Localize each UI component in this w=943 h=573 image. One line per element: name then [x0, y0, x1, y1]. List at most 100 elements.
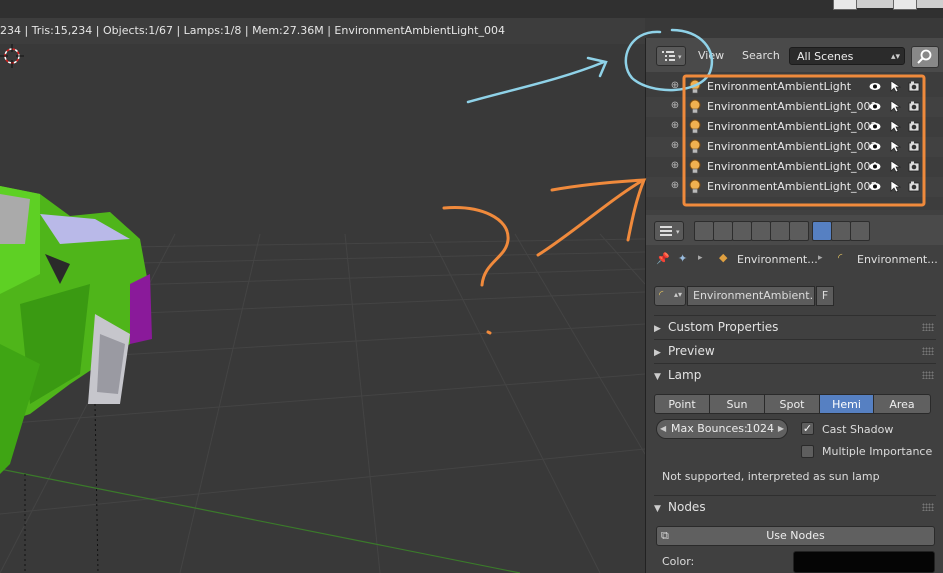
lamp-bulb-icon — [689, 79, 701, 94]
lamp-bulb-icon — [689, 119, 701, 134]
visibility-eye-icon[interactable] — [869, 120, 881, 133]
outliner-row[interactable]: ⊕ EnvironmentAmbientLight_005 — [646, 177, 943, 197]
visibility-eye-icon[interactable] — [869, 180, 881, 193]
viewport-scene — [0, 186, 645, 573]
tab-physics[interactable] — [850, 221, 870, 241]
increment-arrow-icon[interactable]: ▶ — [778, 420, 784, 438]
tab-render[interactable] — [694, 221, 714, 241]
drag-grip-icon[interactable] — [922, 323, 934, 331]
lamp-type-spot[interactable]: Spot — [764, 394, 820, 414]
multiple-importance-label: Multiple Importance — [822, 445, 933, 458]
tab-scene[interactable] — [732, 221, 752, 241]
3d-cursor-icon[interactable] — [0, 44, 24, 68]
selectability-cursor-icon[interactable] — [889, 120, 901, 133]
expand-plus-icon[interactable]: ⊕ — [670, 141, 680, 151]
panel-title: Lamp — [668, 368, 702, 382]
lamp-bulb-icon — [689, 139, 701, 154]
use-nodes-button[interactable]: ⧉ Use Nodes — [656, 526, 935, 546]
outliner-editor-icon: ▾ — [662, 51, 682, 61]
outliner-row[interactable]: ⊕ EnvironmentAmbientLight_004 — [646, 157, 943, 177]
cast-shadow-checkbox[interactable]: ✓ — [801, 422, 814, 435]
outliner-panel: ▾ View Search All Scenes ▴▾ ⊕ Environment… — [645, 38, 943, 210]
outliner-row[interactable]: ⊕ EnvironmentAmbientLight_001 — [646, 97, 943, 117]
window-title-area — [833, 0, 943, 10]
selectability-cursor-icon[interactable] — [889, 80, 901, 93]
expanded-triangle-icon: ▼ — [654, 504, 661, 514]
renderability-camera-icon[interactable] — [908, 180, 920, 193]
renderability-camera-icon[interactable] — [908, 140, 920, 153]
outliner-row-label[interactable]: EnvironmentAmbientLight — [707, 80, 851, 93]
display-mode-select[interactable]: All Scenes ▴▾ — [789, 47, 905, 65]
outliner-row-label[interactable]: EnvironmentAmbientLight_001 — [707, 100, 878, 113]
drag-grip-icon[interactable] — [922, 347, 934, 355]
window-maximize-button[interactable] — [893, 0, 917, 10]
expand-plus-icon[interactable]: ⊕ — [670, 121, 680, 131]
outliner-row[interactable]: ⊕ EnvironmentAmbientLight — [646, 77, 943, 97]
decrement-arrow-icon[interactable]: ◀ — [660, 420, 666, 438]
editor-type-button[interactable]: ▾ — [656, 46, 686, 66]
properties-editor-type-button[interactable]: ▾ — [654, 221, 684, 241]
expand-plus-icon[interactable]: ⊕ — [670, 161, 680, 171]
pin-icon[interactable]: 📌 — [656, 252, 670, 265]
collapsed-triangle-icon: ▶ — [654, 324, 661, 334]
visibility-eye-icon[interactable] — [869, 160, 881, 173]
outliner-row-label[interactable]: EnvironmentAmbientLight_003 — [707, 140, 878, 153]
tab-render-layers[interactable] — [713, 221, 733, 241]
car-model[interactable] — [0, 186, 152, 573]
renderability-camera-icon[interactable] — [908, 120, 920, 133]
expand-plus-icon[interactable]: ⊕ — [670, 101, 680, 111]
panel-title: Custom Properties — [668, 320, 779, 334]
lamp-color-swatch[interactable] — [793, 551, 935, 573]
selectability-cursor-icon[interactable] — [889, 180, 901, 193]
tab-world[interactable] — [751, 221, 771, 241]
selectability-cursor-icon[interactable] — [889, 160, 901, 173]
lamp-bulb-icon — [689, 159, 701, 174]
tab-lamp-data[interactable] — [812, 221, 832, 241]
visibility-eye-icon[interactable] — [869, 140, 881, 153]
breadcrumb-separator-icon: ▸ — [818, 253, 823, 263]
panel-custom-properties[interactable]: ▶ Custom Properties — [654, 315, 936, 338]
outliner-row-label[interactable]: EnvironmentAmbientLight_004 — [707, 160, 878, 173]
renderability-camera-icon[interactable] — [908, 160, 920, 173]
menu-search[interactable]: Search — [742, 49, 780, 62]
drag-grip-icon[interactable] — [922, 371, 934, 379]
renderability-camera-icon[interactable] — [908, 100, 920, 113]
selectability-cursor-icon[interactable] — [889, 140, 901, 153]
panel-lamp[interactable]: ▼ Lamp — [654, 363, 936, 386]
datablock-name: EnvironmentAmbient... — [693, 289, 815, 302]
panel-preview[interactable]: ▶ Preview — [654, 339, 936, 362]
renderability-camera-icon[interactable] — [908, 80, 920, 93]
tab-object[interactable] — [770, 221, 790, 241]
tab-texture[interactable] — [831, 221, 851, 241]
selectability-cursor-icon[interactable] — [889, 100, 901, 113]
panel-nodes[interactable]: ▼ Nodes — [654, 495, 936, 518]
lamp-type-area[interactable]: Area — [873, 394, 931, 414]
lamp-type-point[interactable]: Point — [654, 394, 710, 414]
search-icon — [917, 49, 932, 64]
outliner-row[interactable]: ⊕ EnvironmentAmbientLight_003 — [646, 137, 943, 157]
object-cube-icon: ◆ — [719, 251, 728, 264]
breadcrumb-object: Environment... — [737, 253, 818, 266]
expand-plus-icon[interactable]: ⊕ — [670, 181, 680, 191]
lamp-type-sun[interactable]: Sun — [709, 394, 765, 414]
visibility-eye-icon[interactable] — [869, 100, 881, 113]
window-minimize-button[interactable] — [833, 0, 857, 10]
tab-constraints[interactable] — [789, 221, 809, 241]
lamp-note: Not supported, interpreted as sun lamp — [662, 470, 880, 483]
lamp-datablock-name-field[interactable]: EnvironmentAmbient... — [687, 286, 815, 306]
lamp-data-icon: ◜ — [838, 251, 843, 264]
lamp-datablock-browse-button[interactable]: ◜ ▴▾ — [654, 286, 686, 306]
search-button[interactable] — [911, 46, 939, 68]
multiple-importance-checkbox[interactable] — [801, 445, 814, 458]
fake-user-button[interactable]: F — [816, 286, 834, 306]
visibility-eye-icon[interactable] — [869, 80, 881, 93]
outliner-row-label[interactable]: EnvironmentAmbientLight_005 — [707, 180, 878, 193]
menu-view[interactable]: View — [698, 49, 724, 62]
lamp-type-hemi[interactable]: Hemi — [819, 394, 874, 414]
drag-grip-icon[interactable] — [922, 503, 934, 511]
max-bounces-field[interactable]: ◀ Max Bounces: 1024 ▶ — [656, 419, 788, 439]
outliner-row[interactable]: ⊕ EnvironmentAmbientLight_002 — [646, 117, 943, 137]
3d-viewport[interactable] — [0, 44, 645, 573]
expand-plus-icon[interactable]: ⊕ — [670, 81, 680, 91]
outliner-row-label[interactable]: EnvironmentAmbientLight_002 — [707, 120, 878, 133]
